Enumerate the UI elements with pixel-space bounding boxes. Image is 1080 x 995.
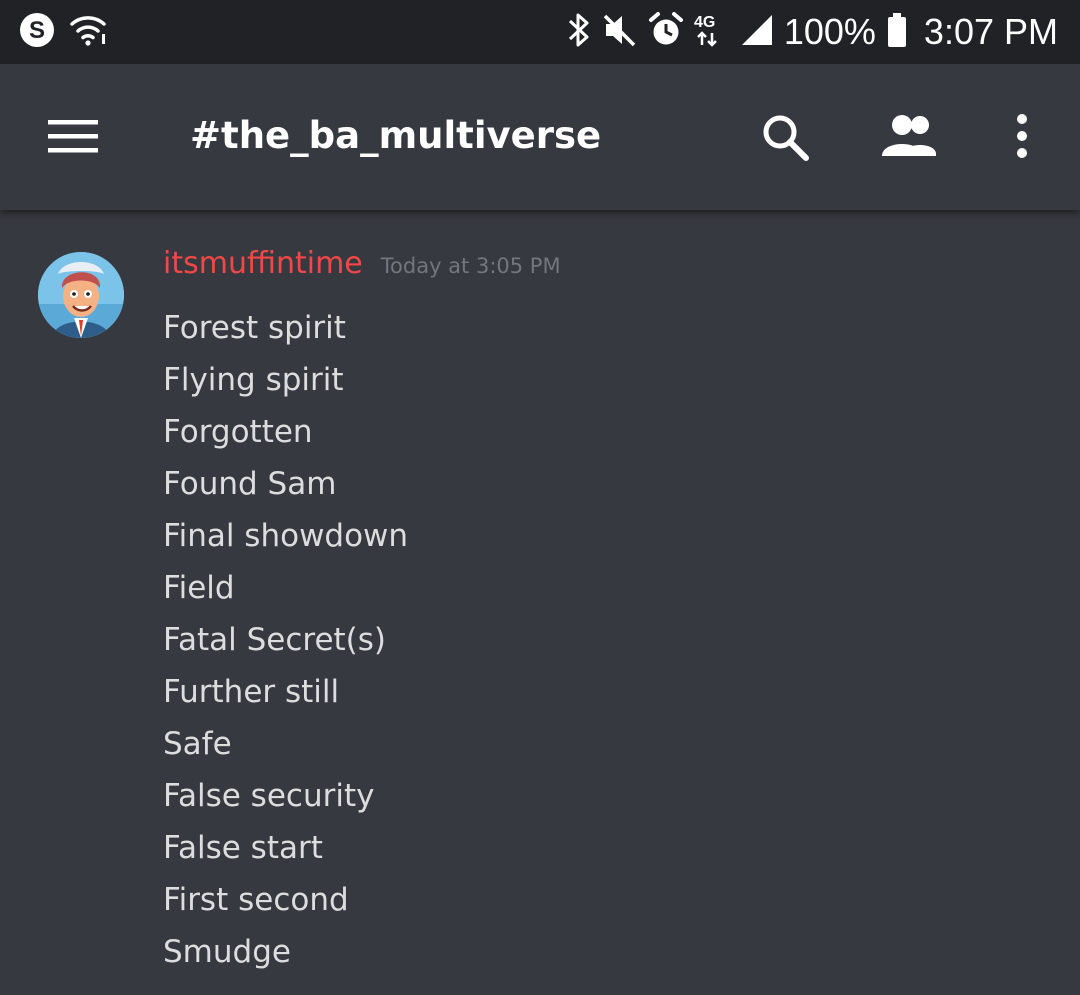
- message-line: Flying spirit: [163, 362, 344, 398]
- message-line: Smudge: [163, 934, 291, 970]
- status-clock: 3:07 PM: [923, 11, 1058, 52]
- svg-text:4G: 4G: [694, 14, 715, 31]
- members-icon[interactable]: [878, 110, 944, 166]
- message-line: Forgotten: [163, 414, 313, 450]
- message-line: Fatal Secret(s): [163, 622, 387, 658]
- wifi-icon: [68, 12, 108, 52]
- search-icon[interactable]: [758, 110, 814, 166]
- avatar[interactable]: [38, 252, 124, 338]
- message-line: False start: [163, 830, 323, 866]
- bluetooth-icon: [566, 11, 592, 53]
- battery-percent: 100%: [783, 11, 876, 52]
- message-header: itsmuffintime Today at 3:05 PM: [163, 246, 561, 281]
- discord-channel-screen: S 4G 100% 3:07 PM #the_ba_multiverse its…: [0, 0, 1080, 995]
- app-bar: #the_ba_multiverse: [0, 64, 1080, 210]
- message-line: Final showdown: [163, 518, 409, 554]
- message-line: Forest spirit: [163, 310, 346, 346]
- mute-icon: [602, 11, 638, 53]
- status-right-icons: 4G 100% 3:07 PM: [566, 10, 1058, 54]
- message-list[interactable]: itsmuffintime Today at 3:05 PM Forest sp…: [0, 210, 1080, 995]
- message-line: Found Sam: [163, 466, 337, 502]
- lte-icon: 4G: [694, 11, 730, 53]
- message-line: First second: [163, 882, 349, 918]
- message-line: Further still: [163, 674, 340, 710]
- status-left-icons: S: [18, 12, 108, 52]
- message-timestamp: Today at 3:05 PM: [380, 254, 561, 278]
- message-line: False security: [163, 778, 375, 814]
- more-vert-icon[interactable]: [1000, 110, 1044, 166]
- status-bar: S 4G 100% 3:07 PM: [0, 0, 1080, 64]
- channel-title[interactable]: #the_ba_multiverse: [190, 108, 601, 164]
- svg-text:S: S: [29, 17, 45, 44]
- signal-icon: [740, 11, 774, 53]
- author-name[interactable]: itsmuffintime: [163, 246, 363, 281]
- message-line: Field: [163, 570, 235, 606]
- battery-icon: [886, 11, 908, 53]
- alarm-icon: [648, 11, 684, 53]
- hamburger-menu-icon[interactable]: [42, 110, 104, 162]
- message-line: Safe: [163, 726, 232, 762]
- message-body: Forest spirit Flying spirit Forgotten Fo…: [163, 302, 408, 978]
- skype-icon: S: [18, 11, 56, 53]
